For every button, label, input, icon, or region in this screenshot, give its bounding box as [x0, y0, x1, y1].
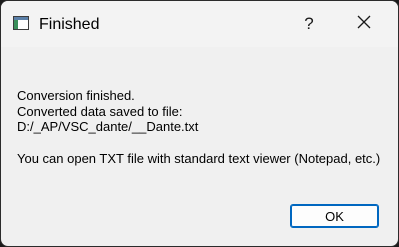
close-icon — [357, 15, 371, 34]
dialog-window: Finished ? Conversion finished. Converte… — [0, 0, 399, 247]
help-button[interactable]: ? — [286, 1, 332, 47]
message-line-status: Conversion finished. — [17, 88, 135, 103]
window-title: Finished — [39, 16, 100, 33]
message-body: Conversion finished. Converted data save… — [17, 88, 380, 166]
close-button[interactable] — [341, 1, 387, 47]
ok-button[interactable]: OK — [290, 204, 379, 228]
message-line-hint: You can open TXT file with standard text… — [17, 150, 381, 166]
message-line-saved: Converted data saved to file: — [17, 103, 183, 119]
ok-button-label: OK — [325, 208, 344, 224]
message-line-path: D:/_AP/VSC_dante/__Dante.txt — [17, 119, 199, 134]
title-bar[interactable]: Finished ? — [1, 1, 398, 47]
app-window-icon — [13, 16, 29, 30]
help-label: ? — [304, 14, 314, 33]
